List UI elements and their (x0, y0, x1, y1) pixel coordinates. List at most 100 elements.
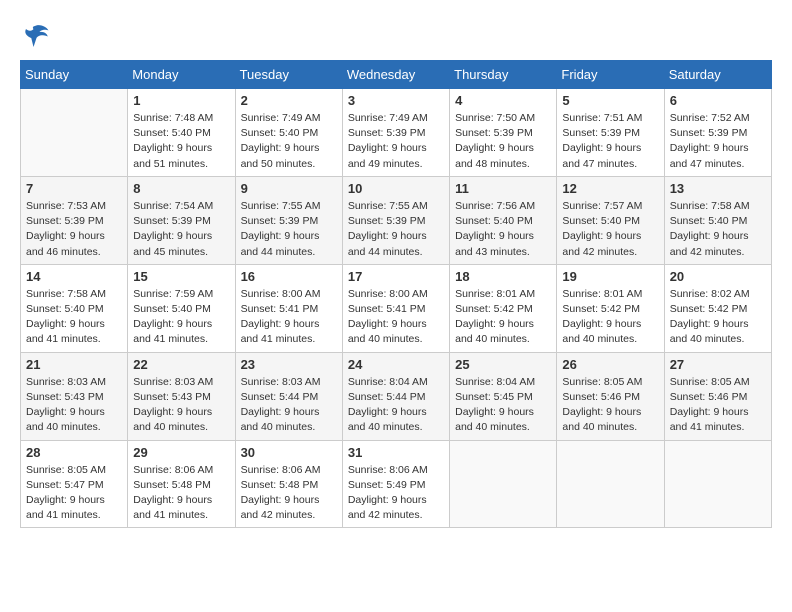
day-number: 19 (562, 269, 658, 284)
calendar-cell: 15 Sunrise: 7:59 AMSunset: 5:40 PMDayligh… (128, 264, 235, 352)
day-number: 27 (670, 357, 766, 372)
weekday-header: Monday (128, 61, 235, 89)
weekday-header: Friday (557, 61, 664, 89)
day-info: Sunrise: 7:54 AMSunset: 5:39 PMDaylight:… (133, 199, 229, 260)
day-info: Sunrise: 7:58 AMSunset: 5:40 PMDaylight:… (670, 199, 766, 260)
calendar-cell: 26 Sunrise: 8:05 AMSunset: 5:46 PMDayligh… (557, 352, 664, 440)
day-number: 29 (133, 445, 229, 460)
day-info: Sunrise: 7:49 AMSunset: 5:39 PMDaylight:… (348, 111, 444, 172)
day-info: Sunrise: 7:56 AMSunset: 5:40 PMDaylight:… (455, 199, 551, 260)
day-number: 28 (26, 445, 122, 460)
day-number: 20 (670, 269, 766, 284)
calendar-cell: 7Sunrise: 7:53 AMSunset: 5:39 PMDaylight… (21, 176, 128, 264)
day-number: 14 (26, 269, 122, 284)
day-number: 9 (241, 181, 337, 196)
calendar-cell: 31 Sunrise: 8:06 AMSunset: 5:49 PMDayligh… (342, 440, 449, 528)
day-number: 16 (241, 269, 337, 284)
calendar-cell: 17 Sunrise: 8:00 AMSunset: 5:41 PMDayligh… (342, 264, 449, 352)
day-info: Sunrise: 8:05 AMSunset: 5:47 PMDaylight:… (26, 463, 122, 524)
day-info: Sunrise: 7:48 AMSunset: 5:40 PMDaylight:… (133, 111, 229, 172)
calendar-cell (664, 440, 771, 528)
day-number: 1 (133, 93, 229, 108)
day-number: 26 (562, 357, 658, 372)
calendar-cell: 10 Sunrise: 7:55 AMSunset: 5:39 PMDayligh… (342, 176, 449, 264)
weekday-header: Wednesday (342, 61, 449, 89)
calendar-cell: 5 Sunrise: 7:51 AMSunset: 5:39 PMDaylight… (557, 89, 664, 177)
day-info: Sunrise: 8:01 AMSunset: 5:42 PMDaylight:… (455, 287, 551, 348)
calendar-cell: 27 Sunrise: 8:05 AMSunset: 5:46 PMDayligh… (664, 352, 771, 440)
day-number: 23 (241, 357, 337, 372)
day-info: Sunrise: 8:05 AMSunset: 5:46 PMDaylight:… (670, 375, 766, 436)
day-info: Sunrise: 7:55 AMSunset: 5:39 PMDaylight:… (241, 199, 337, 260)
day-info: Sunrise: 8:06 AMSunset: 5:48 PMDaylight:… (241, 463, 337, 524)
calendar-cell: 24Sunrise: 8:04 AMSunset: 5:44 PMDayligh… (342, 352, 449, 440)
day-info: Sunrise: 7:55 AMSunset: 5:39 PMDaylight:… (348, 199, 444, 260)
day-info: Sunrise: 8:03 AMSunset: 5:43 PMDaylight:… (133, 375, 229, 436)
calendar-cell: 23 Sunrise: 8:03 AMSunset: 5:44 PMDayligh… (235, 352, 342, 440)
calendar-cell: 12 Sunrise: 7:57 AMSunset: 5:40 PMDayligh… (557, 176, 664, 264)
day-info: Sunrise: 7:59 AMSunset: 5:40 PMDaylight:… (133, 287, 229, 348)
day-info: Sunrise: 7:49 AMSunset: 5:40 PMDaylight:… (241, 111, 337, 172)
calendar-cell: 2 Sunrise: 7:49 AMSunset: 5:40 PMDaylight… (235, 89, 342, 177)
day-info: Sunrise: 8:03 AMSunset: 5:44 PMDaylight:… (241, 375, 337, 436)
day-number: 24 (348, 357, 444, 372)
calendar-cell: 9 Sunrise: 7:55 AMSunset: 5:39 PMDaylight… (235, 176, 342, 264)
calendar-cell: 29 Sunrise: 8:06 AMSunset: 5:48 PMDayligh… (128, 440, 235, 528)
calendar-cell: 16 Sunrise: 8:00 AMSunset: 5:41 PMDayligh… (235, 264, 342, 352)
day-number: 3 (348, 93, 444, 108)
day-info: Sunrise: 7:51 AMSunset: 5:39 PMDaylight:… (562, 111, 658, 172)
calendar-cell: 13 Sunrise: 7:58 AMSunset: 5:40 PMDayligh… (664, 176, 771, 264)
day-number: 31 (348, 445, 444, 460)
day-number: 5 (562, 93, 658, 108)
day-number: 17 (348, 269, 444, 284)
day-info: Sunrise: 7:57 AMSunset: 5:40 PMDaylight:… (562, 199, 658, 260)
day-info: Sunrise: 8:04 AMSunset: 5:45 PMDaylight:… (455, 375, 551, 436)
calendar-cell: 11 Sunrise: 7:56 AMSunset: 5:40 PMDayligh… (450, 176, 557, 264)
day-number: 18 (455, 269, 551, 284)
weekday-header: Tuesday (235, 61, 342, 89)
calendar-cell: 28 Sunrise: 8:05 AMSunset: 5:47 PMDayligh… (21, 440, 128, 528)
day-number: 6 (670, 93, 766, 108)
day-number: 22 (133, 357, 229, 372)
day-number: 2 (241, 93, 337, 108)
calendar-cell (557, 440, 664, 528)
day-info: Sunrise: 8:02 AMSunset: 5:42 PMDaylight:… (670, 287, 766, 348)
day-info: Sunrise: 8:01 AMSunset: 5:42 PMDaylight:… (562, 287, 658, 348)
day-info: Sunrise: 7:58 AMSunset: 5:40 PMDaylight:… (26, 287, 122, 348)
calendar-cell (450, 440, 557, 528)
calendar-cell: 22 Sunrise: 8:03 AMSunset: 5:43 PMDayligh… (128, 352, 235, 440)
day-number: 10 (348, 181, 444, 196)
day-number: 13 (670, 181, 766, 196)
day-number: 21 (26, 357, 122, 372)
calendar-cell: 18 Sunrise: 8:01 AMSunset: 5:42 PMDayligh… (450, 264, 557, 352)
day-number: 11 (455, 181, 551, 196)
calendar-cell: 30Sunrise: 8:06 AMSunset: 5:48 PMDayligh… (235, 440, 342, 528)
calendar-cell: 14 Sunrise: 7:58 AMSunset: 5:40 PMDayligh… (21, 264, 128, 352)
day-info: Sunrise: 8:00 AMSunset: 5:41 PMDaylight:… (348, 287, 444, 348)
calendar-cell: 3 Sunrise: 7:49 AMSunset: 5:39 PMDaylight… (342, 89, 449, 177)
calendar-table: SundayMondayTuesdayWednesdayThursdayFrid… (20, 60, 772, 528)
day-info: Sunrise: 8:06 AMSunset: 5:49 PMDaylight:… (348, 463, 444, 524)
calendar-cell: 8 Sunrise: 7:54 AMSunset: 5:39 PMDaylight… (128, 176, 235, 264)
calendar-cell: 21 Sunrise: 8:03 AMSunset: 5:43 PMDayligh… (21, 352, 128, 440)
weekday-header: Sunday (21, 61, 128, 89)
day-number: 25 (455, 357, 551, 372)
day-info: Sunrise: 8:03 AMSunset: 5:43 PMDaylight:… (26, 375, 122, 436)
calendar-cell: 6Sunrise: 7:52 AMSunset: 5:39 PMDaylight… (664, 89, 771, 177)
day-number: 8 (133, 181, 229, 196)
day-info: Sunrise: 8:05 AMSunset: 5:46 PMDaylight:… (562, 375, 658, 436)
logo-bird-icon (20, 20, 50, 50)
calendar-header: SundayMondayTuesdayWednesdayThursdayFrid… (21, 61, 772, 89)
day-number: 15 (133, 269, 229, 284)
day-info: Sunrise: 8:00 AMSunset: 5:41 PMDaylight:… (241, 287, 337, 348)
day-number: 12 (562, 181, 658, 196)
day-info: Sunrise: 7:50 AMSunset: 5:39 PMDaylight:… (455, 111, 551, 172)
day-number: 7 (26, 181, 122, 196)
calendar-cell: 20 Sunrise: 8:02 AMSunset: 5:42 PMDayligh… (664, 264, 771, 352)
calendar-cell: 25 Sunrise: 8:04 AMSunset: 5:45 PMDayligh… (450, 352, 557, 440)
weekday-header: Saturday (664, 61, 771, 89)
calendar-cell: 4Sunrise: 7:50 AMSunset: 5:39 PMDaylight… (450, 89, 557, 177)
page-header (20, 20, 772, 50)
calendar-cell: 1 Sunrise: 7:48 AMSunset: 5:40 PMDaylight… (128, 89, 235, 177)
day-info: Sunrise: 8:06 AMSunset: 5:48 PMDaylight:… (133, 463, 229, 524)
